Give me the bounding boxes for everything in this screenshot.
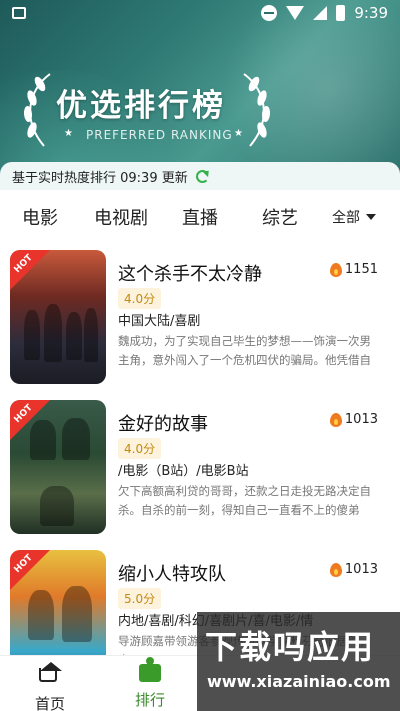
watermark-title: 下载吗应用 [205, 628, 376, 666]
nav-home-label: 首页 [34, 695, 65, 711]
item-title: 这个杀手不太冷静 [118, 264, 262, 285]
flame-icon [329, 412, 342, 427]
nav-home[interactable]: 首页 [10, 660, 90, 711]
ranking-icon [139, 657, 161, 686]
update-text: 基于实时热度排行 09:39 更新 [12, 170, 188, 186]
nav-rank[interactable]: 排行 [110, 657, 190, 710]
heat-count: 1151 [329, 262, 378, 277]
flame-icon [329, 562, 342, 577]
score-badge: 5.0分 [118, 588, 162, 609]
watermark: 下载吗应用 www.xiazainiao.com [197, 612, 400, 711]
poster-image: HOT [10, 250, 106, 384]
status-time: 9:39 [354, 4, 388, 22]
item-genre: 中国大陆/喜剧 [118, 314, 201, 329]
watermark-url: www.xiazainiao.com [207, 672, 391, 691]
wifi-icon [286, 6, 305, 20]
poster-image: HOT [10, 400, 106, 534]
update-bar: 基于实时热度排行 09:39 更新 [0, 162, 400, 190]
nav-rank-label: 排行 [134, 691, 165, 709]
home-icon [39, 662, 62, 690]
ranking-list: HOT 这个杀手不太冷静 1151 4.0分 中国大陆/喜剧 魏成功，为了实现自… [0, 242, 400, 655]
refresh-icon[interactable] [195, 169, 209, 183]
battery-icon [336, 5, 346, 21]
list-item[interactable]: HOT 金好的故事 1013 4.0分 /电影（B站）/电影B站 欠下高额高利贷… [0, 392, 400, 542]
star-icon: ★ [64, 128, 73, 139]
list-item[interactable]: HOT 这个杀手不太冷静 1151 4.0分 中国大陆/喜剧 魏成功，为了实现自… [0, 242, 400, 392]
signal-icon [313, 6, 328, 20]
tab-tv[interactable]: 电视剧 [94, 204, 148, 230]
filter-all-dropdown[interactable]: 全部 [332, 207, 376, 227]
tab-variety[interactable]: 综艺 [262, 204, 298, 230]
status-bar: 9:39 [0, 0, 400, 28]
item-title: 金好的故事 [118, 414, 208, 435]
tab-movie[interactable]: 电影 [22, 204, 58, 230]
laurel-left-icon [23, 73, 51, 147]
flame-icon [329, 262, 342, 277]
poster-image: HOT [10, 550, 106, 655]
filter-all-label: 全部 [332, 210, 360, 226]
image-icon [12, 7, 26, 19]
banner-title: 优选排行榜 [56, 88, 226, 124]
heat-count: 1013 [329, 562, 378, 577]
item-title: 缩小人特攻队 [118, 564, 226, 585]
do-not-disturb-icon [261, 5, 278, 21]
score-badge: 4.0分 [118, 288, 162, 309]
score-badge: 4.0分 [118, 438, 162, 459]
star-icon: ★ [234, 128, 243, 139]
item-genre: /电影（B站）/电影B站 [118, 464, 249, 479]
banner-subtitle: PREFERRED RANKING [86, 128, 233, 142]
heat-count: 1013 [329, 412, 378, 427]
tab-live[interactable]: 直播 [182, 204, 218, 230]
chevron-down-icon [366, 214, 376, 220]
category-tabs: 电影 电视剧 直播 综艺 全部 [0, 190, 400, 242]
item-description: 魏成功，为了实现自己毕生的梦想——饰演一次男主角，意外闯入了一个危机四伏的骗局。… [118, 334, 371, 367]
item-description: 欠下高额高利贷的哥哥，还款之日走投无路决定自杀。自杀的前一刻，得知自己一直看不上… [118, 484, 371, 517]
